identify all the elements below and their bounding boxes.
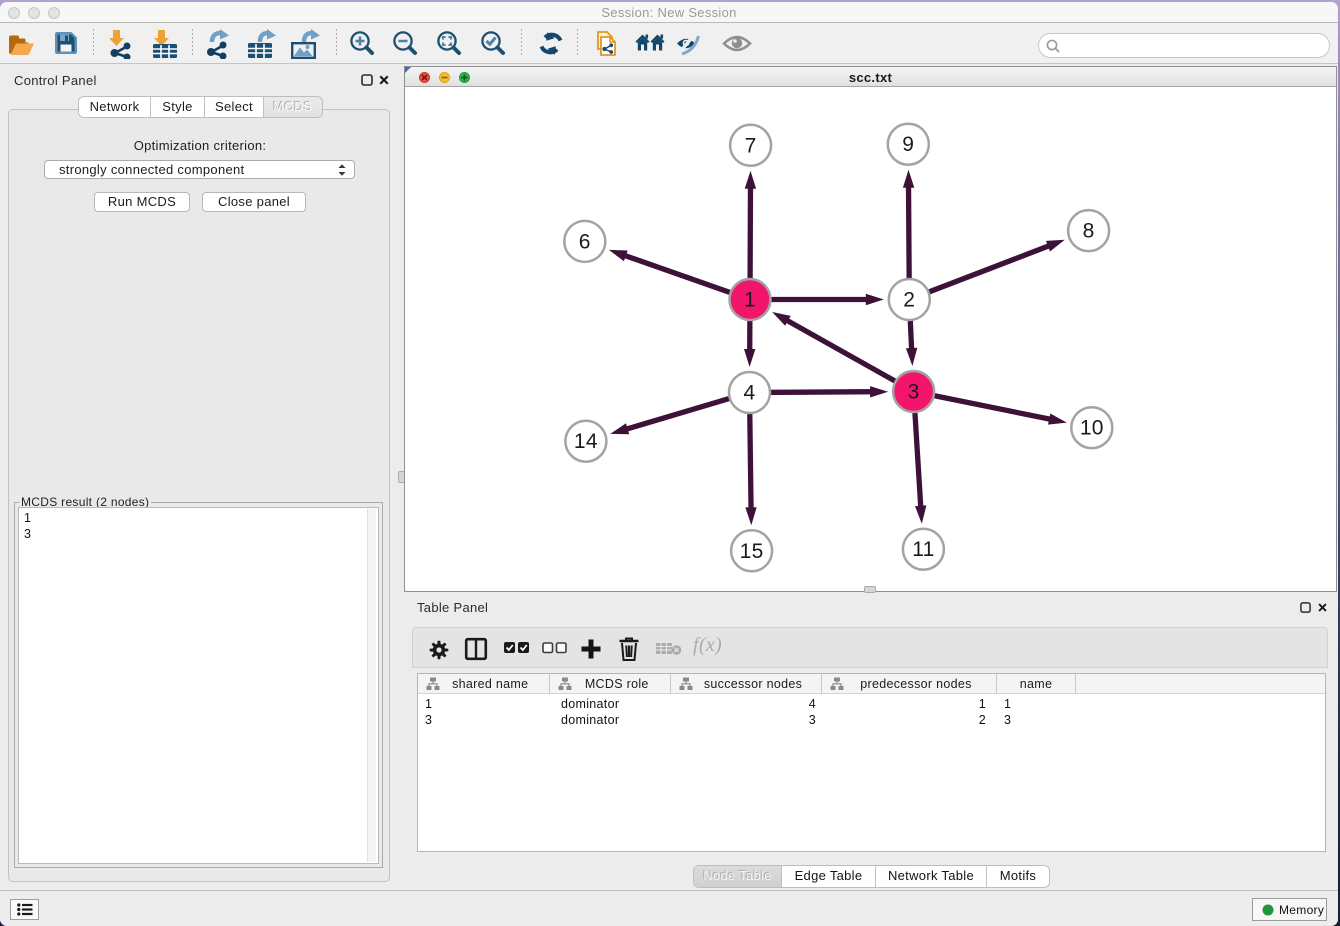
svg-text:2: 2 [903, 289, 915, 312]
svg-text:9: 9 [902, 133, 914, 156]
svg-text:7: 7 [745, 134, 757, 157]
svg-text:4: 4 [744, 382, 756, 405]
svg-text:8: 8 [1083, 220, 1095, 243]
svg-text:11: 11 [912, 538, 934, 561]
svg-text:3: 3 [908, 381, 920, 404]
svg-text:6: 6 [579, 230, 591, 253]
svg-text:10: 10 [1080, 417, 1104, 440]
svg-text:14: 14 [574, 430, 598, 453]
svg-text:1: 1 [744, 289, 756, 312]
svg-text:15: 15 [740, 540, 764, 563]
